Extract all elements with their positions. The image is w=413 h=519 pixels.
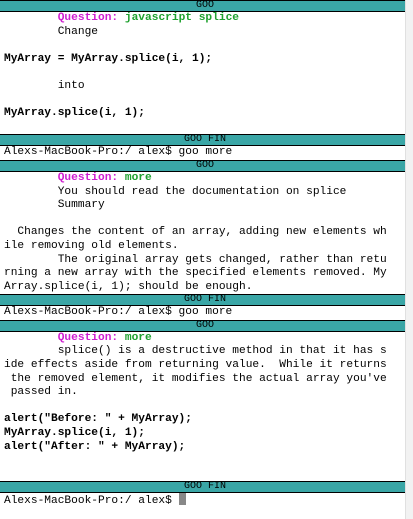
goo-banner-bar: GOO FIN	[0, 134, 406, 147]
question-line: Question: more	[0, 332, 406, 346]
output-line: Alexs-MacBook-Pro:/ alex$ goo more	[4, 146, 233, 159]
scrollbar[interactable]	[405, 0, 413, 519]
output-line: the removed element, it modifies the act…	[4, 372, 387, 385]
question-line: Question: more	[0, 172, 406, 186]
goo-banner-bar: GOO	[0, 0, 406, 12]
code-line: alert("Before: " + MyArray);	[4, 413, 192, 426]
question-label: Question:	[57, 171, 119, 184]
goo-banner-bar: GOO	[0, 159, 406, 172]
output-line: splice() is a destructive method in that…	[4, 345, 387, 358]
question-label: Question:	[57, 12, 119, 24]
output-line: Array.splice(i, 1); should be enough.	[4, 280, 253, 293]
code-line: MyArray.splice(i, 1);	[4, 107, 145, 120]
goo-banner-bar: GOO FIN	[0, 481, 406, 494]
output-line: The original array gets changed, rather …	[4, 253, 387, 266]
goo-banner-bar: GOO FIN	[0, 294, 406, 307]
question-text: more	[118, 331, 152, 344]
code-line: alert("After: " + MyArray);	[4, 440, 186, 453]
shell-prompt[interactable]: Alexs-MacBook-Pro:/ alex$	[0, 493, 406, 507]
output-line: Summary	[4, 199, 105, 212]
question-text: more	[118, 171, 152, 184]
question-label: Question:	[57, 331, 119, 344]
output-line: Alexs-MacBook-Pro:/ alex$ goo more	[4, 306, 233, 319]
terminal-cursor	[178, 493, 186, 506]
output-line: into	[4, 79, 85, 92]
output-line: Change	[4, 25, 98, 38]
output-line: ile removing old elements.	[4, 239, 179, 252]
code-line: MyArray.splice(i, 1);	[4, 427, 145, 440]
output-line: passed in.	[4, 386, 78, 399]
question-text: javascript splice	[118, 12, 240, 24]
prompt-text: Alexs-MacBook-Pro:/ alex$	[4, 495, 179, 508]
terminal-output[interactable]: GOO Question: javascript splice Change M…	[0, 0, 406, 519]
output-line: Changes the content of an array, adding …	[4, 226, 387, 239]
output-line: You should read the documentation on spl…	[4, 185, 347, 198]
output-line: ide effects aside from returning value. …	[4, 359, 387, 372]
code-line: MyArray = MyArray.splice(i, 1);	[4, 52, 213, 65]
output-line: rning a new array with the specified ele…	[4, 267, 387, 280]
question-line: Question: javascript splice	[0, 12, 406, 26]
goo-banner-bar: GOO	[0, 319, 406, 332]
